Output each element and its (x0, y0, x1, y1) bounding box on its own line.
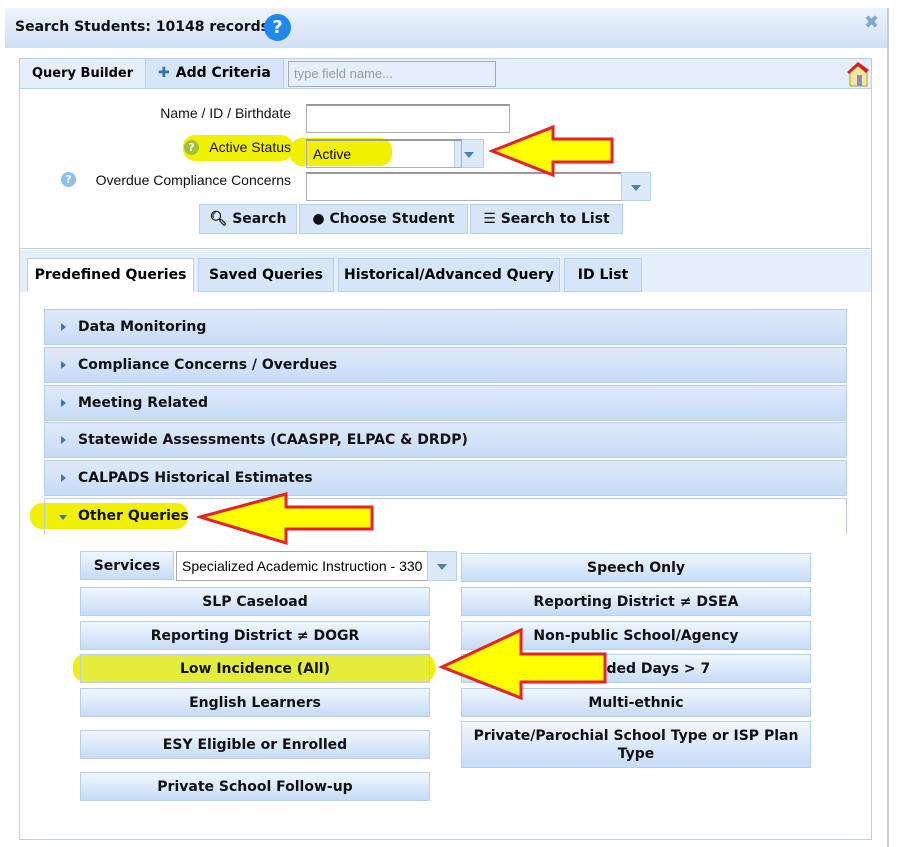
caret-right-icon (61, 323, 70, 331)
field-name-input[interactable]: type field name... (288, 61, 496, 87)
divider (20, 248, 871, 249)
search-label: Search (232, 211, 287, 227)
accordion-data-monitoring[interactable]: Data Monitoring (44, 309, 847, 345)
accordion-meeting-related[interactable]: Meeting Related (44, 385, 847, 421)
caret-right-icon (61, 361, 70, 369)
accordion-compliance-concerns[interactable]: Compliance Concerns / Overdues (44, 347, 847, 383)
esy-eligible-button[interactable]: ESY Eligible or Enrolled (80, 730, 430, 759)
tab-saved-queries[interactable]: Saved Queries (198, 258, 334, 292)
search-to-list-button[interactable]: ☰ Search to List (470, 204, 623, 234)
services-select[interactable]: Specialized Academic Instruction - 330 (176, 551, 433, 581)
search-to-list-label: Search to List (500, 211, 610, 227)
add-criteria-label: Add Criteria (175, 65, 271, 81)
plus-icon: ✚ (158, 65, 170, 81)
name-id-birthdate-label: Name / ID / Birthdate (160, 105, 291, 121)
choose-student-label: Choose Student (329, 211, 455, 227)
active-status-label: Active Status (209, 139, 291, 155)
overdue-dropdown-arrow[interactable] (621, 172, 651, 201)
private-parochial-button[interactable]: Private/Parochial School Type or ISP Pla… (461, 721, 811, 768)
accordion-label: CALPADS Historical Estimates (78, 470, 313, 486)
query-builder-label: Query Builder (32, 66, 134, 81)
question-circle-icon[interactable]: ? (264, 14, 291, 41)
accordion-statewide-assessments[interactable]: Statewide Assessments (CAASPP, ELPAC & D… (44, 422, 847, 458)
services-label: Services (80, 551, 174, 580)
tab-id-list[interactable]: ID List (564, 258, 642, 292)
search-button[interactable]: 🔍︎ Search (199, 204, 297, 234)
services-dropdown-arrow[interactable] (427, 551, 457, 581)
accordion-label: Other Queries (78, 508, 189, 524)
dialog-title: Search Students: 10148 records (15, 19, 269, 35)
extended-days-button[interactable]: Extended Days > 7 (461, 654, 811, 683)
non-public-school-button[interactable]: Non-public School/Agency (461, 621, 811, 650)
add-criteria-button[interactable]: ✚ Add Criteria (145, 59, 284, 88)
house-icon[interactable] (846, 60, 870, 88)
caret-right-icon (61, 399, 70, 407)
caret-right-icon (61, 474, 70, 482)
accordion-label: Statewide Assessments (CAASPP, ELPAC & D… (78, 432, 468, 448)
private-school-follow-up-button[interactable]: Private School Follow-up (80, 772, 430, 801)
speech-only-button[interactable]: Speech Only (461, 553, 811, 582)
tab-predefined-queries[interactable]: Predefined Queries (27, 258, 194, 292)
accordion-label: Data Monitoring (78, 319, 207, 335)
slp-caseload-button[interactable]: SLP Caseload (80, 587, 430, 616)
accordion-calpads-historical[interactable]: CALPADS Historical Estimates (44, 460, 847, 496)
caret-down-icon (59, 515, 67, 524)
reporting-district-dsea-button[interactable]: Reporting District ≠ DSEA (461, 587, 811, 616)
overdue-compliance-select[interactable] (306, 172, 622, 201)
caret-right-icon (61, 436, 70, 444)
accordion-label: Meeting Related (78, 395, 209, 411)
name-id-birthdate-input[interactable] (306, 104, 510, 133)
overdue-compliance-label: Overdue Compliance Concerns (95, 172, 291, 188)
low-incidence-button[interactable]: Low Incidence (All) (80, 654, 430, 683)
close-icon[interactable]: ✖ (864, 12, 879, 33)
accordion-label: Compliance Concerns / Overdues (78, 357, 338, 373)
tab-historical-advanced-query[interactable]: Historical/Advanced Query (338, 258, 560, 292)
reporting-district-dogr-button[interactable]: Reporting District ≠ DOGR (80, 621, 430, 650)
english-learners-button[interactable]: English Learners (80, 688, 430, 717)
active-status-select[interactable]: Active (306, 139, 462, 168)
multi-ethnic-button[interactable]: Multi-ethnic (461, 688, 811, 717)
accordion-other-queries[interactable]: Other Queries (44, 498, 847, 534)
choose-student-button[interactable]: ● Choose Student (299, 204, 468, 234)
